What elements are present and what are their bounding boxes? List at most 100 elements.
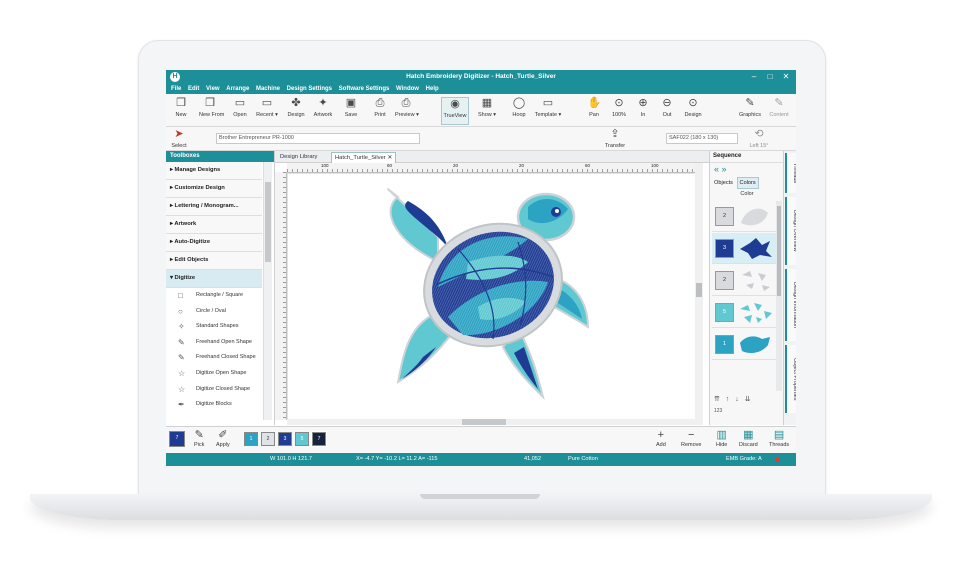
zoom-out-button[interactable]: ⊖ Out	[656, 97, 678, 123]
graphics-button[interactable]: ✎ Graphics	[739, 97, 761, 123]
menu-file[interactable]: File	[171, 84, 181, 94]
palette-swatch[interactable]: 7	[311, 431, 327, 447]
sequence-color-row[interactable]: 3	[712, 233, 776, 264]
menu-edit[interactable]: Edit	[188, 84, 199, 94]
tool-rectangle-square[interactable]: □ Rectangle / Square	[166, 288, 262, 304]
toolbox-cat-customize-design[interactable]: ▸ Customize Design	[166, 180, 262, 198]
palette-swatch[interactable]: 3	[278, 432, 292, 446]
template-button[interactable]: ▭ Template ▾	[534, 97, 562, 123]
menu-help[interactable]: Help	[426, 84, 439, 94]
tool-standard-shapes[interactable]: ✧ Standard Shapes	[166, 319, 262, 335]
sequence-scrollbar[interactable]	[776, 201, 782, 391]
canvas-vertical-scrollbar[interactable]	[695, 163, 703, 425]
trueview-button[interactable]: ◉ TrueView	[441, 97, 469, 125]
minimize-button[interactable]: –	[746, 71, 762, 83]
tool-circle-oval[interactable]: ○ Circle / Oval	[166, 304, 262, 320]
machine-select[interactable]: Brother Entrepreneur PR-1000	[216, 133, 420, 144]
toolbox-cat-lettering[interactable]: ▸ Lettering / Monogram...	[166, 198, 262, 216]
zoom-design-button[interactable]: ⊙ Design	[682, 97, 704, 123]
sequence-nav-arrows-icon[interactable]: « »	[714, 164, 727, 174]
palette-swatch[interactable]: 2	[261, 432, 275, 446]
zoom-in-icon: ⊕	[638, 97, 648, 109]
tab-design-library[interactable]: Design Library	[277, 152, 320, 162]
recent-button[interactable]: ▭ Recent ▾	[256, 97, 278, 123]
close-tab-icon[interactable]: ✕	[387, 155, 392, 161]
toolbox-cat-digitize[interactable]: ▾ Digitize	[166, 270, 262, 288]
sequence-number-toggle[interactable]: 123	[714, 408, 722, 414]
canvas-vscroll-thumb[interactable]	[696, 283, 702, 297]
zoom-in-button[interactable]: ⊕ In	[632, 97, 654, 123]
transfer-label: Transfer	[604, 143, 626, 149]
freehand-open-icon: ✎	[178, 337, 185, 347]
recent-label: Recent ▾	[256, 112, 278, 118]
tab-objects[interactable]: Objects	[712, 178, 735, 188]
tool-digitize-closed[interactable]: ☆ Digitize Closed Shape	[166, 382, 262, 398]
tool-label: Freehand Open Shape	[196, 338, 252, 345]
side-tab-design-overview[interactable]: Design Overview	[785, 197, 796, 265]
palette-swatch[interactable]: 1	[244, 432, 258, 446]
toolbox-cat-artwork[interactable]: ▸ Artwork	[166, 216, 262, 234]
sequence-scroll-thumb[interactable]	[777, 206, 781, 296]
discard-button[interactable]: ▦ Discard	[739, 429, 758, 448]
print-button[interactable]: ⎙ Print	[369, 97, 391, 123]
zoom-100-button[interactable]: ⊙ 100%	[608, 97, 630, 123]
close-button[interactable]: ✕	[778, 71, 794, 83]
apply-button[interactable]: ✐ Apply	[216, 429, 230, 448]
cursor-arrow-icon: ➤	[174, 128, 184, 140]
side-tab-object-properties[interactable]: Object Properties	[785, 345, 796, 413]
toolbox-scrollbar[interactable]	[263, 162, 272, 420]
tab-hatch-turtle-silver[interactable]: Hatch_Turtle_Silver ✕	[331, 152, 397, 163]
current-color-swatch[interactable]: 7	[169, 431, 185, 447]
sequence-color-row[interactable]: 1	[712, 329, 776, 360]
sequence-color-row[interactable]: 2	[712, 265, 776, 296]
design-canvas[interactable]	[287, 173, 697, 420]
object-thumbnail	[740, 238, 772, 259]
menu-design-settings[interactable]: Design Settings	[287, 84, 332, 94]
canvas-horizontal-scrollbar[interactable]	[287, 419, 695, 425]
tool-freehand-open[interactable]: ✎ Freehand Open Shape	[166, 335, 262, 351]
remove-color-button[interactable]: − Remove	[681, 429, 701, 448]
sequence-order-buttons[interactable]: ⇈ ↑ ↓ ⇊	[714, 395, 753, 403]
turtle-embroidery-design[interactable]	[288, 174, 696, 419]
menu-machine[interactable]: Machine	[256, 84, 280, 94]
hand-icon: ✋	[587, 97, 602, 109]
add-color-button[interactable]: + Add	[656, 429, 666, 448]
hoop-button[interactable]: ◯ Hoop	[508, 97, 530, 123]
hoop-select[interactable]: SAF022 (180 x 130)	[666, 133, 738, 144]
artwork-button[interactable]: ✦ Artwork	[312, 97, 334, 123]
new-from-button[interactable]: ❒ New From	[199, 97, 224, 123]
menu-view[interactable]: View	[206, 84, 220, 94]
color-swatch: 2	[715, 207, 734, 226]
show-button[interactable]: ▦ Show ▾	[476, 97, 498, 123]
menu-arrange[interactable]: Arrange	[226, 84, 249, 94]
toolbox-cat-label: Digitize	[174, 275, 196, 281]
toolbox-scroll-thumb[interactable]	[265, 182, 271, 262]
toolbox-cat-manage-designs[interactable]: ▸ Manage Designs	[166, 162, 262, 180]
pick-button[interactable]: ✎ Pick	[194, 429, 204, 448]
new-button[interactable]: ❒ New	[170, 97, 192, 123]
side-tab-threads[interactable]: Threads	[785, 153, 796, 193]
content-button[interactable]: ✎ Content	[768, 97, 790, 123]
sequence-color-row[interactable]: 2	[712, 201, 776, 232]
tool-digitize-blocks[interactable]: ✒ Digitize Blocks	[166, 397, 262, 413]
design-button[interactable]: ✤ Design	[285, 97, 307, 123]
toolbox-cat-auto-digitize[interactable]: ▸ Auto-Digitize	[166, 234, 262, 252]
pan-button[interactable]: ✋ Pan	[583, 97, 605, 123]
threads-button[interactable]: ▤ Threads	[769, 429, 789, 448]
open-button[interactable]: ▭ Open	[229, 97, 251, 123]
sequence-color-row[interactable]: 5	[712, 297, 776, 328]
transfer-icon: ⇪	[610, 128, 620, 140]
palette-swatch[interactable]: 5	[295, 432, 309, 446]
tab-colors[interactable]: Colors	[736, 177, 759, 189]
save-button[interactable]: ▣ Save	[340, 97, 362, 123]
tool-digitize-open[interactable]: ☆ Digitize Open Shape	[166, 366, 262, 382]
tool-freehand-closed[interactable]: ✎ Freehand Closed Shape	[166, 350, 262, 366]
maximize-button[interactable]: □	[762, 71, 778, 83]
hide-button[interactable]: ▥ Hide	[716, 429, 727, 448]
side-tab-design-information[interactable]: Design Information	[785, 269, 796, 341]
toolbox-cat-edit-objects[interactable]: ▸ Edit Objects	[166, 252, 262, 270]
preview-button[interactable]: ⎙ Preview ▾	[395, 97, 419, 123]
menu-software-settings[interactable]: Software Settings	[339, 84, 390, 94]
menu-window[interactable]: Window	[396, 84, 419, 94]
canvas-hscroll-thumb[interactable]	[462, 419, 506, 425]
